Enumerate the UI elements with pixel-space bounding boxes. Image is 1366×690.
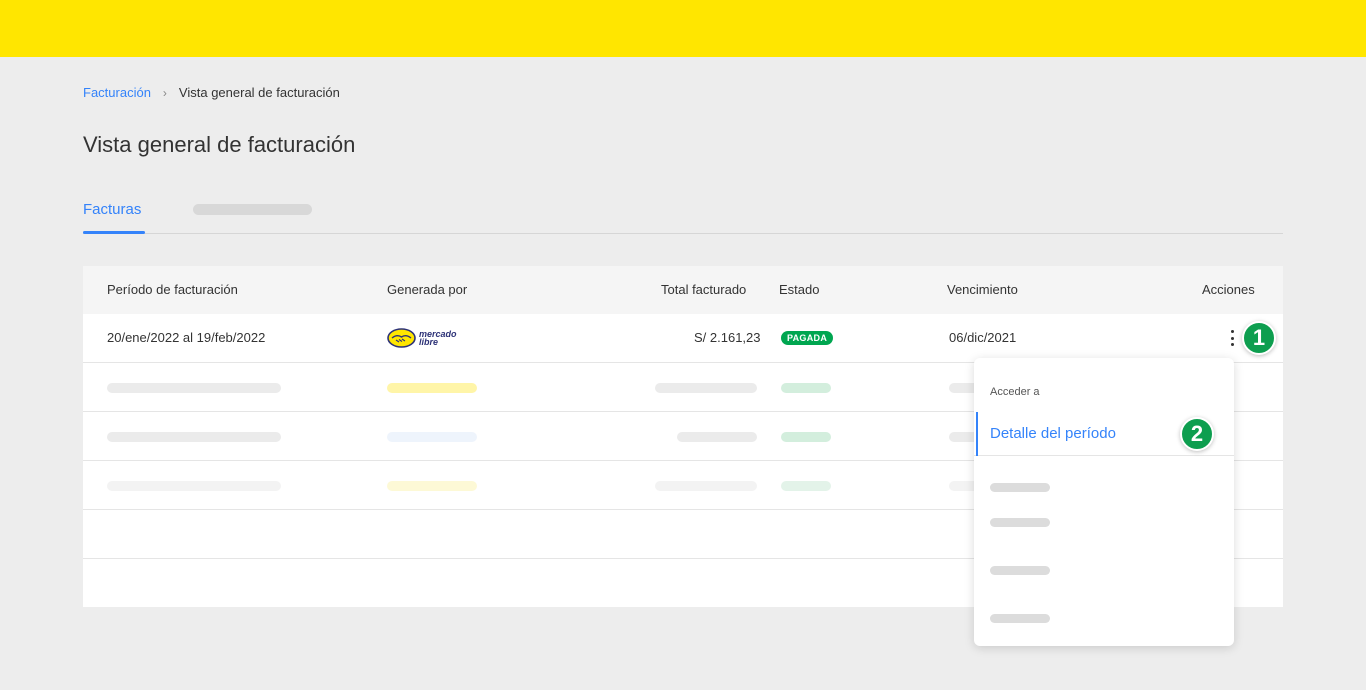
breadcrumb: Facturación › Vista general de facturaci… (83, 85, 340, 100)
menu-item-placeholder[interactable] (990, 518, 1050, 527)
page-title: Vista general de facturación (83, 132, 356, 157)
menu-item-label: Detalle del período (990, 425, 1116, 442)
table-row[interactable]: 20/ene/2022 al 19/feb/2022 mercado libre… (83, 314, 1283, 363)
header-status: Estado (779, 282, 820, 297)
handshake-logo-icon (387, 328, 416, 348)
skeleton-status (781, 383, 831, 393)
skeleton-period (107, 383, 281, 393)
skeleton-logo (387, 383, 477, 393)
chevron-right-icon: › (162, 85, 167, 100)
cell-due-date: 06/dic/2021 (949, 330, 1017, 345)
header-total: Total facturado (661, 282, 747, 297)
table-header: Período de facturación Generada por Tota… (83, 266, 1283, 314)
skeleton-logo (387, 481, 477, 491)
breadcrumb-current: Vista general de facturación (178, 85, 340, 100)
menu-item-placeholder[interactable] (990, 566, 1050, 575)
step-marker-2: 2 (1180, 417, 1214, 451)
tab-placeholder[interactable] (193, 204, 312, 215)
skeleton-status (781, 432, 831, 442)
menu-item-active-indicator (976, 412, 978, 456)
skeleton-logo (387, 432, 477, 442)
step-marker-1: 1 (1242, 321, 1276, 355)
skeleton-total (655, 383, 757, 393)
skeleton-status (781, 481, 831, 491)
cell-total: S/ 2.161,23 (694, 330, 761, 345)
logo-wordmark: mercado libre (419, 329, 457, 347)
tab-active-indicator (83, 231, 145, 234)
header-generated-by: Generada por (387, 282, 468, 297)
cell-period: 20/ene/2022 al 19/feb/2022 (107, 330, 266, 345)
header-actions: Acciones (1202, 282, 1255, 297)
dropdown-heading: Acceder a (990, 386, 1040, 398)
skeleton-total (677, 432, 757, 442)
status-badge: PAGADA (781, 331, 834, 345)
breadcrumb-link-facturacion[interactable]: Facturación (83, 85, 151, 100)
top-header-bar (0, 0, 1366, 57)
skeleton-period (107, 481, 281, 491)
kebab-menu-icon[interactable] (1227, 328, 1237, 348)
skeleton-period (107, 432, 281, 442)
menu-item-placeholder[interactable] (990, 483, 1050, 492)
header-due-date: Vencimiento (947, 282, 1018, 297)
tab-facturas[interactable]: Facturas (83, 201, 141, 218)
actions-dropdown-menu: Acceder a Detalle del período (974, 358, 1234, 646)
tab-bar: Facturas (83, 196, 1283, 234)
skeleton-total (655, 481, 757, 491)
header-period: Período de facturación (107, 282, 238, 297)
menu-item-placeholder[interactable] (990, 614, 1050, 623)
mercado-libre-logo: mercado libre (387, 328, 465, 348)
